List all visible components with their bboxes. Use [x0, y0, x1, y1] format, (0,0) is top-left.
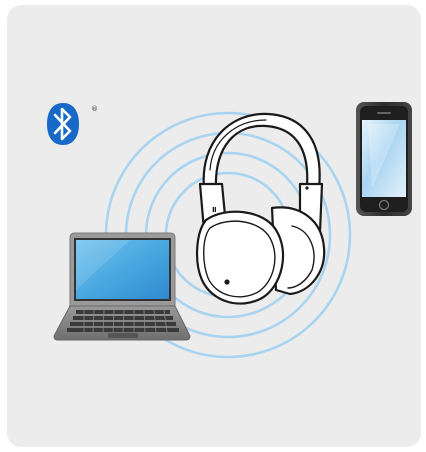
- svg-text:Ⅱ: Ⅱ: [212, 206, 217, 214]
- headphones-icon: Ⅱ: [195, 112, 326, 305]
- laptop-icon: [53, 232, 191, 341]
- bluetooth-registered-mark: ®: [91, 105, 98, 113]
- bluetooth-icon: [47, 103, 79, 145]
- smartphone-icon: [356, 102, 412, 216]
- diagram-card: Ⅱ ®: [7, 5, 421, 447]
- diagram-canvas: Ⅱ: [47, 102, 412, 359]
